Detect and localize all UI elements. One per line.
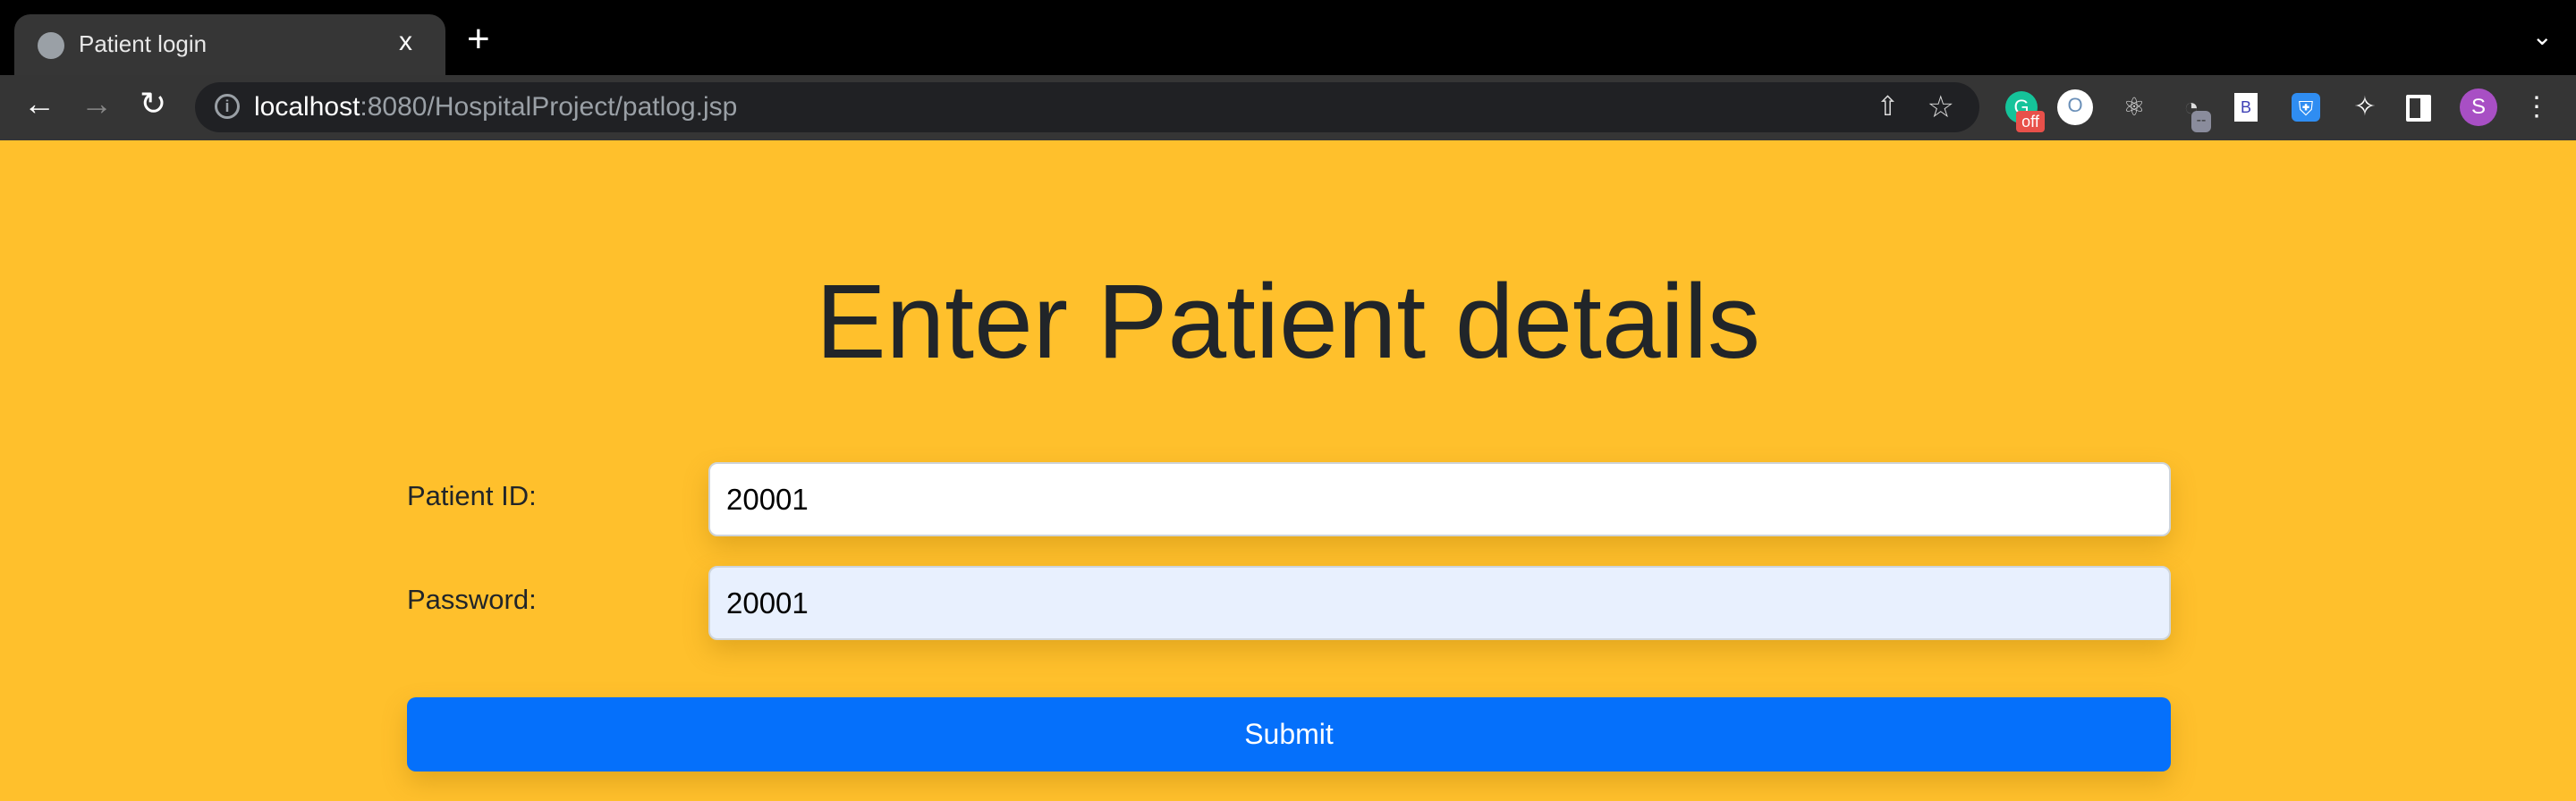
page-content: Enter Patient details Patient ID: 20001 … xyxy=(0,140,2576,801)
sidepanel-icon[interactable] xyxy=(2406,95,2431,122)
password-input[interactable]: 20001 xyxy=(708,566,2171,640)
tab-patient-login[interactable]: Patient login x xyxy=(14,14,445,77)
page-title: Enter Patient details xyxy=(815,263,1761,381)
submit-button[interactable]: Submit xyxy=(407,697,2171,771)
profile-avatar[interactable]: S xyxy=(2460,89,2497,126)
shield-icon[interactable]: ⛨ xyxy=(2292,93,2320,122)
grammarly-badge: off xyxy=(2016,111,2045,132)
url-text[interactable]: localhost:8080/HospitalProject/patlog.js… xyxy=(254,92,737,122)
tab-bar: Patient login x + ⌄ xyxy=(0,0,2576,77)
password-label: Password: xyxy=(407,584,537,615)
bootstrap-icon[interactable]: B xyxy=(2234,93,2258,122)
react-devtools-icon[interactable]: ⚛ xyxy=(2118,91,2150,123)
tab-search-chevron-icon[interactable]: ⌄ xyxy=(2532,21,2553,51)
menu-kebab-icon[interactable]: ⋮ xyxy=(2521,91,2553,123)
share-icon[interactable]: ⇧ xyxy=(1877,91,1899,122)
speed-badge: -- xyxy=(2191,111,2211,132)
address-bar[interactable]: i localhost:8080/HospitalProject/patlog.… xyxy=(195,82,1979,132)
jsonview-icon[interactable]: O xyxy=(2057,89,2093,125)
puzzle-icon[interactable]: ✧ xyxy=(2349,91,2381,123)
globe-icon xyxy=(38,32,64,59)
patient-id-input[interactable]: 20001 xyxy=(708,462,2171,536)
browser-toolbar: ← → ↻ i localhost:8080/HospitalProject/p… xyxy=(0,75,2576,140)
new-tab-button[interactable]: + xyxy=(467,20,490,59)
url-host: localhost xyxy=(254,92,360,122)
close-tab-icon[interactable]: x xyxy=(399,27,412,57)
reload-icon[interactable]: ↻ xyxy=(140,88,166,120)
back-icon[interactable]: ← xyxy=(23,88,55,120)
patient-id-label: Patient ID: xyxy=(407,480,537,511)
tab-title: Patient login xyxy=(79,30,208,57)
info-icon[interactable]: i xyxy=(215,94,240,119)
bookmark-star-icon[interactable]: ☆ xyxy=(1928,89,1954,125)
forward-icon[interactable]: → xyxy=(80,88,113,120)
url-path: :8080/HospitalProject/patlog.jsp xyxy=(360,92,738,122)
